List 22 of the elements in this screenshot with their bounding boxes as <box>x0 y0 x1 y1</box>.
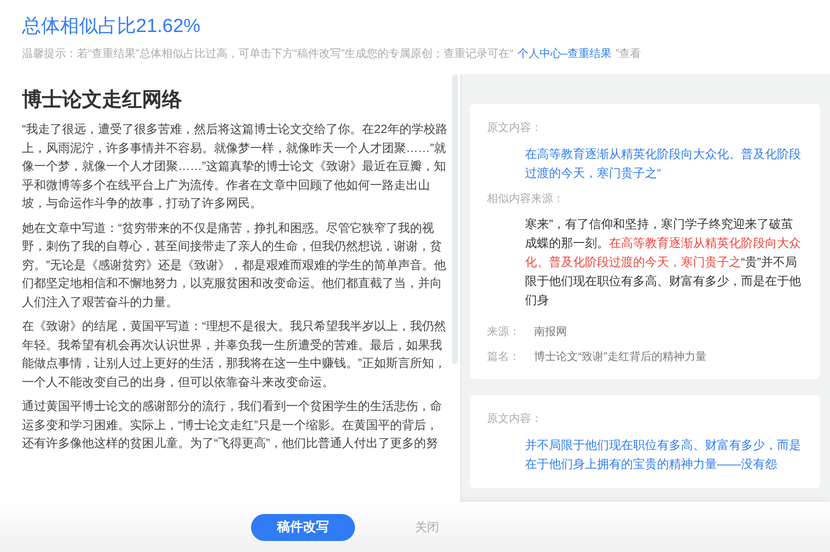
field-label: 相似内容来源： <box>487 192 565 206</box>
rewrite-button[interactable]: 稿件改写 <box>251 514 355 540</box>
article-paragraph: 通过黄国平博士论文的感谢部分的流行，我们看到一个贫困学生的生活悲伤，命运多变和学习困难。实际上，“博士论文走红”只是一个缩影。在黄国平的背后，还有许多像他这样的贫困儿童。为了“飞得更高”，他们比普通人付出了更多的努 <box>22 398 443 452</box>
field-label: 篇名： <box>487 350 520 364</box>
hint-text: ”查看 <box>615 47 642 62</box>
scrollbar[interactable] <box>452 74 458 364</box>
source-name: 南报网 <box>534 325 567 340</box>
article-title: 博士论文走红网络 <box>22 88 183 113</box>
hint-text: 温馨提示：若“查重结果”总体相似占比过高，可单击下方“稿件改写”生成您的专属原创；查重记录可在“ <box>22 46 514 62</box>
source-title: 博士论文“致谢”走红背后的精神力量 <box>534 350 706 364</box>
profile-link[interactable]: 个人中心–查重结果 <box>517 46 612 62</box>
similarity-title: 总体相似占比21.62% <box>22 15 202 39</box>
field-label: 原文内容： <box>487 412 543 427</box>
close-button[interactable]: 关闭 <box>415 518 439 536</box>
article-paragraph: “我走了很远，遭受了很多苦难，然后将这篇博士论文交给了你。在22年的学校路上，风雨泥泞，许多事情并不容易。就像梦一样，就像昨天一个人才团聚……”就像一个梦，就像一个人才团聚……”这篇真挚的博士论文《致谢》最近在豆瓣，知乎和微博等多个在线平台上广为流传。作者在文章中回顾了他如何一路走出山坡，与命运作斗争的故事，打动了许多网民。 <box>22 121 448 212</box>
field-label: 原文内容： <box>487 120 543 136</box>
article-paragraph: 在《致谢》的结尾，黄国平写道：“理想不是很大。我只希望我半岁以上，我仍然年轻。我希望有机会再次认识世界，并辜负我一生所遭受的苦难。最后，如果我能做点事情，让别人过上更好的生活，那我将在这一生中赚钱。”正如斯言所知，一个人不能改变自己的出身，但可以依靠奋斗来改变命运。 <box>22 318 447 390</box>
article-paragraph: 她在文章中写道：“贫穷带来的不仅是痛苦，挣扎和困惑。尽管它狭窄了我的视野，刺伤了我的自尊心，甚至间接带走了亲人的生命，但我仍然想说，谢谢，贫穷。”无论是《感谢贫穷》还是《致谢》，都是艰难而艰难的学生的简单声音。他们都坚定地相信和不懈地努力，以克服贫困和改变命运。他们都直截了当，并向人们注入了艰苦奋斗的力量。 <box>22 220 447 310</box>
field-label: 来源： <box>487 325 520 340</box>
similar-text: 寒来”，有了信仰和坚持，寒门学子终究迎来了破茧成蝶的那一刻。在高等教育逐渐从精英化阶段向大众化、普及化阶段过渡的今天，寒门贵子之“贵”并不局限于他们现在职位有多高、财富有多少，而是在于他们身 <box>524 216 802 309</box>
original-text: 并不局限于他们现在职位有多高、财富有多少，而是在于他们身上拥有的宝贵的精神力量——没有怨 <box>524 436 802 472</box>
original-text: 在高等教育逐渐从精英化阶段向大众化、普及化阶段过渡的今天，寒门贵子之“ <box>524 146 802 182</box>
